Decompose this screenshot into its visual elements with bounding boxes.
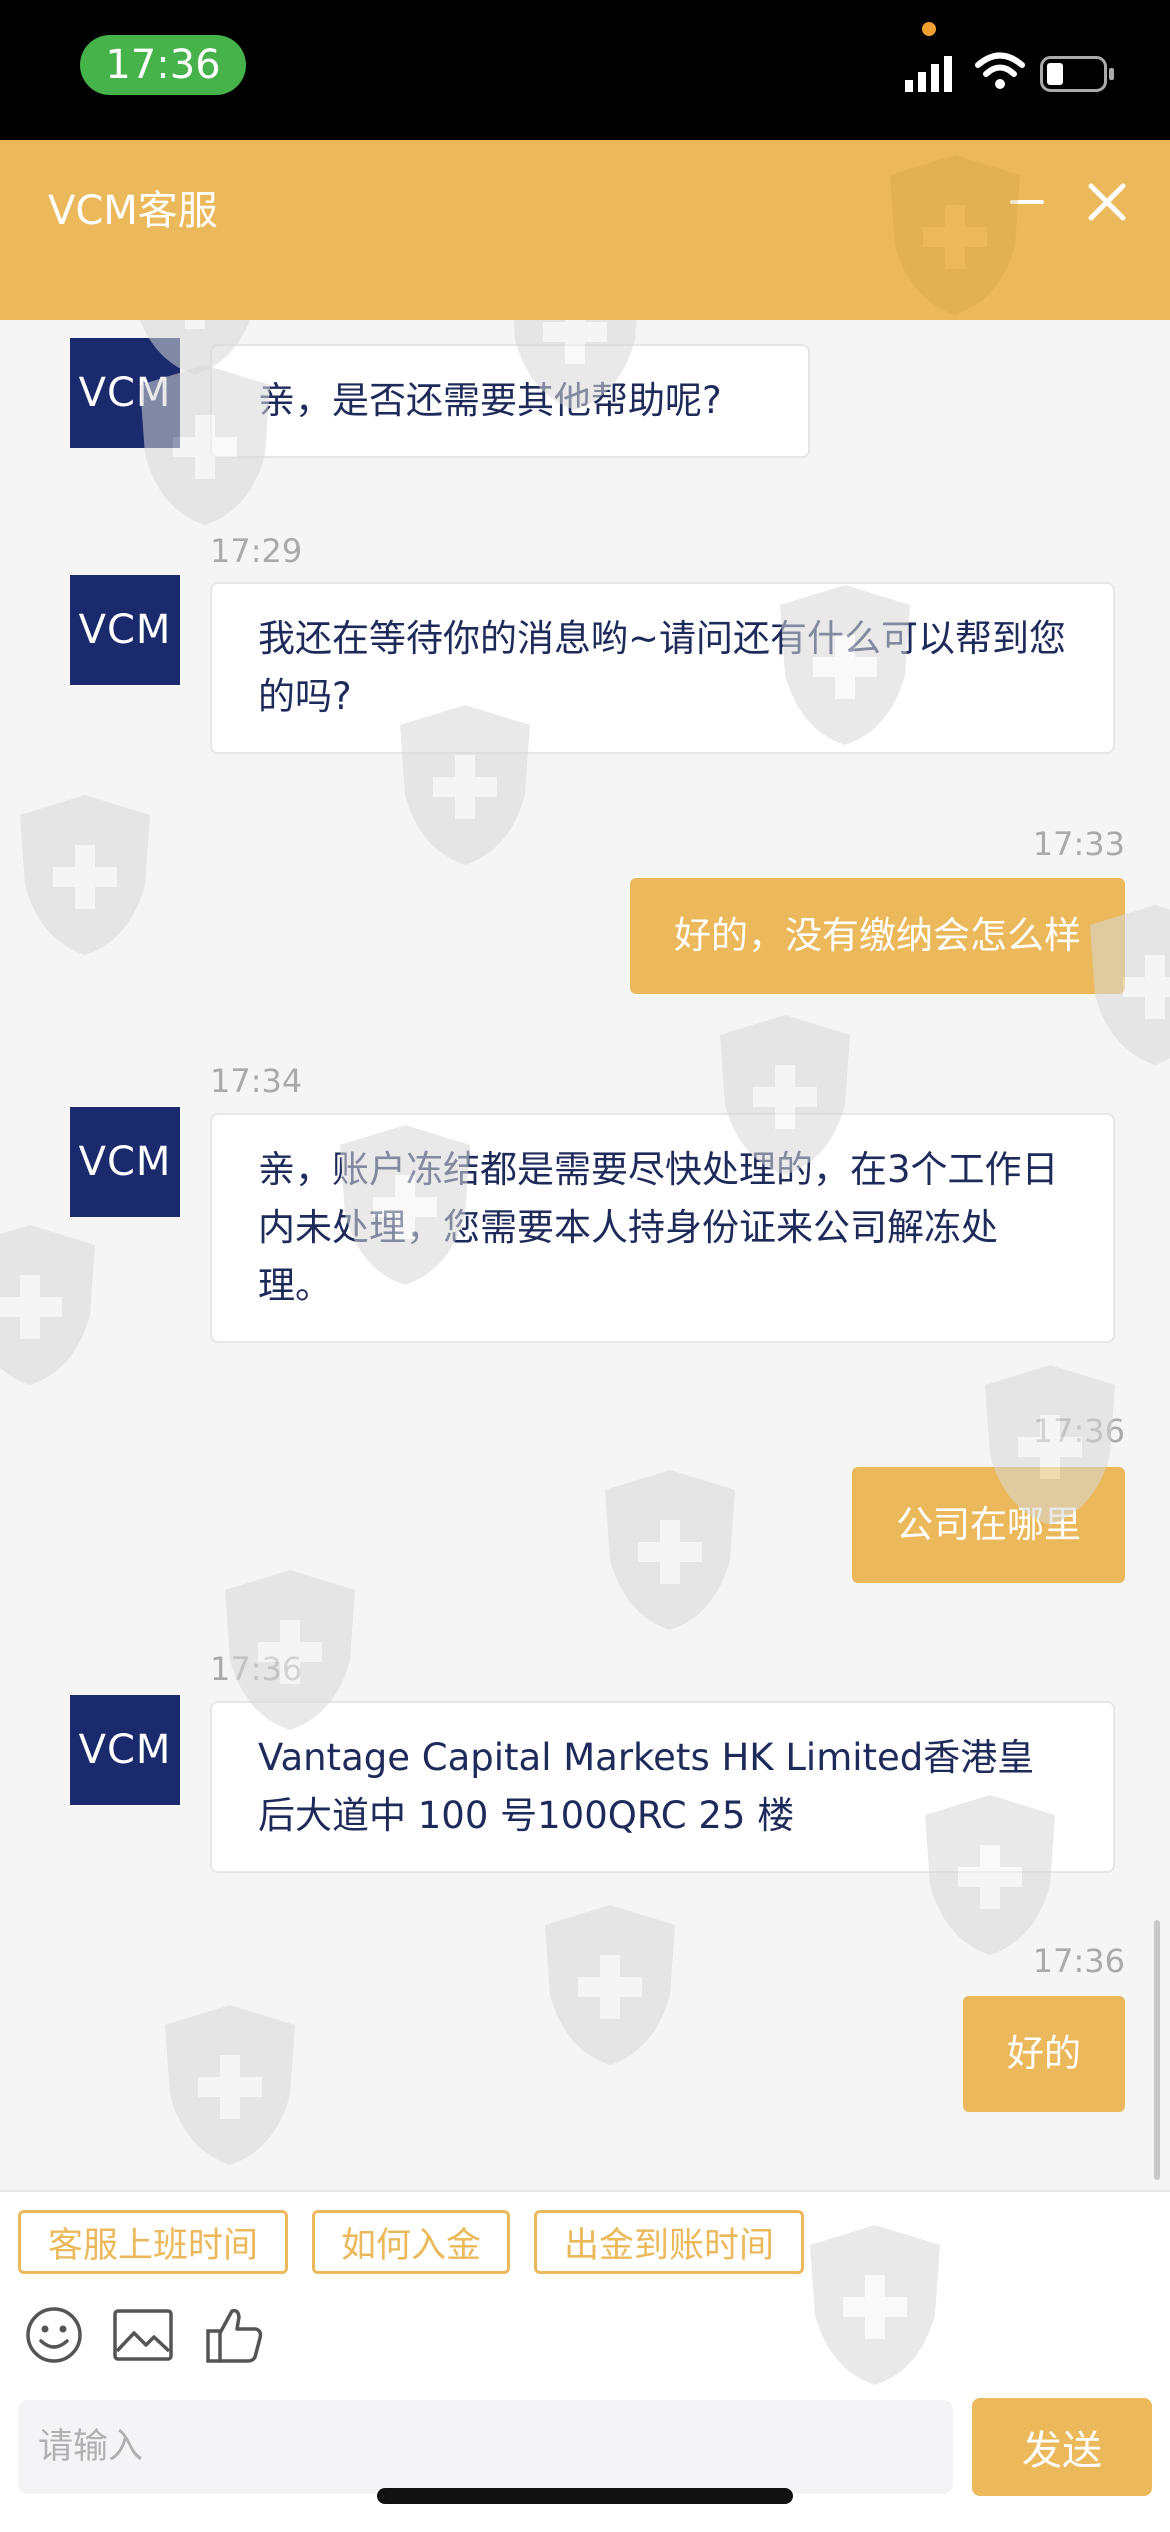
message-timestamp: 17:36 (1032, 1412, 1125, 1450)
message-timestamp: 17:2? (210, 320, 299, 328)
send-button[interactable]: 发送 (972, 2398, 1152, 2496)
thumbs-up-icon[interactable] (204, 2305, 266, 2365)
agent-message: Vantage Capital Markets HK Limited香港皇后大道… (210, 1701, 1115, 1873)
user-message: 好的 (963, 1996, 1125, 2112)
emoji-icon[interactable] (24, 2305, 84, 2365)
agent-avatar: VCM (70, 1695, 180, 1805)
battery-icon (1040, 56, 1114, 92)
scrollbar[interactable] (1154, 1920, 1160, 2180)
shield-watermark-icon (165, 2005, 295, 2165)
status-bar: 17:36 (0, 0, 1170, 140)
agent-avatar: VCM (70, 1107, 180, 1217)
user-message: 公司在哪里 (852, 1467, 1125, 1583)
agent-message: 我还在等待你的消息哟~请问还有什么可以帮到您的吗? (210, 582, 1115, 754)
message-timestamp: 17:34 (210, 1062, 303, 1100)
status-time: 17:36 (80, 35, 246, 95)
minimize-button[interactable] (1010, 200, 1044, 204)
quick-reply-deposit[interactable]: 如何入金 (312, 2210, 510, 2274)
shield-watermark-icon (0, 1225, 95, 1385)
close-icon[interactable] (1085, 180, 1129, 224)
signal-icon (905, 56, 952, 92)
header-title: VCM客服 (48, 188, 218, 234)
shield-watermark-icon (20, 795, 150, 955)
wifi-icon (975, 52, 1025, 89)
message-timestamp: 17:33 (1032, 825, 1125, 863)
message-timestamp: 17:36 (1032, 1942, 1125, 1980)
message-timestamp: 17:36 (210, 1650, 303, 1688)
agent-message: 亲，账户冻结都是需要尽快处理的，在3个工作日内未处理，您需要本人持身份证来公司解… (210, 1113, 1115, 1343)
agent-message: 亲，是否还需要其他帮助呢? (210, 344, 810, 458)
shield-watermark-icon (545, 1905, 675, 2065)
quick-reply-working-hours[interactable]: 客服上班时间 (18, 2210, 288, 2274)
agent-avatar: VCM (70, 575, 180, 685)
agent-avatar: VCM (70, 338, 180, 448)
message-input[interactable] (18, 2400, 953, 2494)
shield-watermark-icon (605, 1470, 735, 1630)
chat-message-list[interactable]: 17:2? VCM 亲，是否还需要其他帮助呢? 17:29 VCM 我还在等待你… (0, 320, 1170, 2190)
recording-indicator (922, 22, 936, 36)
quick-reply-withdrawal-time[interactable]: 出金到账时间 (534, 2210, 804, 2274)
home-indicator[interactable] (377, 2488, 793, 2504)
message-timestamp: 17:29 (210, 532, 303, 570)
image-icon[interactable] (112, 2305, 174, 2365)
user-message: 好的，没有缴纳会怎么样 (630, 878, 1125, 994)
